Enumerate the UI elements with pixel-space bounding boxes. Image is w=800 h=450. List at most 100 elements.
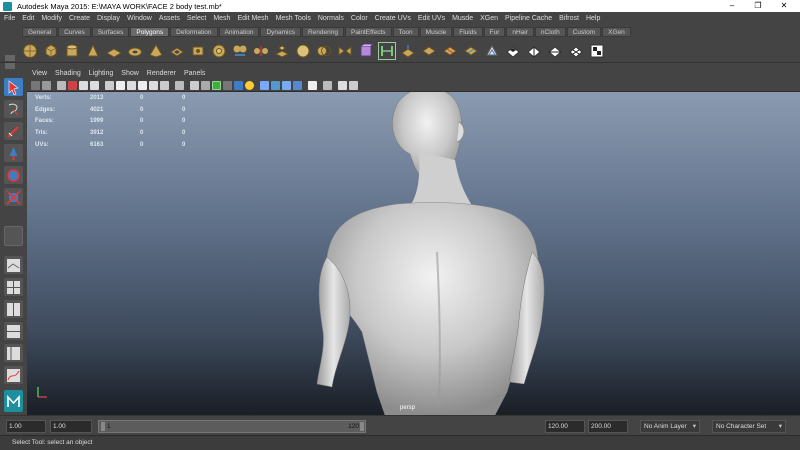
menu-edit[interactable]: Edit	[22, 15, 34, 22]
tab-fluids[interactable]: Fluids	[453, 27, 483, 37]
menu-xgen[interactable]: XGen	[480, 15, 498, 22]
poly-cone-icon[interactable]	[85, 43, 101, 59]
menu-create[interactable]: Create	[69, 15, 90, 22]
xray-icon[interactable]	[323, 81, 332, 90]
poly-plane-icon[interactable]	[106, 43, 122, 59]
tab-curves[interactable]: Curves	[58, 27, 91, 37]
grid-icon[interactable]	[105, 81, 114, 90]
menu-normals[interactable]: Normals	[318, 15, 344, 22]
move-tool-icon[interactable]	[4, 144, 23, 162]
menu-create-uvs[interactable]: Create UVs	[375, 15, 411, 22]
shadows-icon[interactable]	[245, 81, 254, 90]
menu-mesh[interactable]: Mesh	[213, 15, 230, 22]
menu-assets[interactable]: Assets	[159, 15, 180, 22]
menu-muscle[interactable]: Musde	[452, 15, 473, 22]
minimize-button[interactable]: –	[720, 0, 744, 12]
end-time-field[interactable]: 200.00	[588, 420, 628, 433]
textured-icon[interactable]	[223, 81, 232, 90]
boolean-icon[interactable]	[316, 43, 332, 59]
start-time-field[interactable]: 1.00	[6, 420, 46, 433]
menu-window[interactable]: Window	[127, 15, 152, 22]
grease-pencil-icon[interactable]	[90, 81, 99, 90]
menu-edit-mesh[interactable]: Edit Mesh	[237, 15, 268, 22]
tab-rendering[interactable]: Rendering	[301, 27, 344, 37]
append-polygon-icon[interactable]	[400, 43, 416, 59]
menu-help[interactable]: Help	[586, 15, 600, 22]
menu-bifrost[interactable]: Bifrost	[559, 15, 579, 22]
layout-four-icon[interactable]	[4, 278, 23, 296]
select-camera-icon[interactable]	[31, 81, 40, 90]
tab-painteffects[interactable]: PaintEffects	[344, 27, 392, 37]
poly-cylinder-icon[interactable]	[64, 43, 80, 59]
film-gate-icon[interactable]	[116, 81, 125, 90]
layout-single-icon[interactable]	[4, 256, 23, 274]
tab-ncloth[interactable]: nCloth	[534, 27, 566, 37]
isolate-select-icon[interactable]	[308, 81, 317, 90]
layout-two-icon[interactable]	[4, 300, 23, 318]
character-set-dropdown[interactable]: No Character Set ▾	[712, 420, 786, 433]
tab-dynamics[interactable]: Dynamics	[260, 27, 301, 37]
close-button[interactable]: ✕	[772, 0, 796, 12]
tab-nhair[interactable]: nHair	[506, 27, 534, 37]
tab-general[interactable]: General	[22, 27, 58, 37]
paint-select-tool-icon[interactable]	[4, 122, 23, 140]
panel-menu-shading[interactable]: Shading	[55, 70, 81, 77]
panel-menu-lighting[interactable]: Lighting	[89, 70, 114, 77]
layout-outliner-icon[interactable]	[4, 344, 23, 362]
xray-active-components-icon[interactable]	[349, 81, 358, 90]
menu-pipeline-cache[interactable]: Pipeline Cache	[505, 15, 552, 22]
motion-blur-icon[interactable]	[271, 81, 280, 90]
poly-pipe-icon[interactable]	[169, 43, 185, 59]
menu-file[interactable]: File	[4, 15, 15, 22]
split-polygon-icon[interactable]	[442, 43, 458, 59]
bridge-icon[interactable]	[378, 42, 396, 60]
spherical-map-icon[interactable]	[568, 43, 584, 59]
anim-layer-dropdown[interactable]: No Anim Layer ▾	[640, 420, 700, 433]
extract-icon[interactable]	[274, 43, 290, 59]
panel-menu-show[interactable]: Show	[121, 70, 139, 77]
playback-start-field[interactable]: 1.00	[50, 420, 92, 433]
depth-of-field-icon[interactable]	[293, 81, 302, 90]
poly-pyramid-icon[interactable]	[148, 43, 164, 59]
tab-custom[interactable]: Custom	[566, 27, 602, 37]
field-chart-icon[interactable]	[149, 81, 158, 90]
maximize-button[interactable]: ❐	[746, 0, 770, 12]
combine-icon[interactable]	[232, 43, 248, 59]
poly-torus-icon[interactable]	[127, 43, 143, 59]
range-slider-left-handle[interactable]	[101, 422, 105, 431]
tab-toon[interactable]: Toon	[392, 27, 419, 37]
safe-action-icon[interactable]	[160, 81, 169, 90]
panel-menu-renderer[interactable]: Renderer	[147, 70, 176, 77]
auto-map-icon[interactable]	[589, 43, 605, 59]
layout-graph-editor-icon[interactable]	[4, 366, 23, 384]
camera-attributes-icon[interactable]	[42, 81, 51, 90]
offset-edge-loop-icon[interactable]	[484, 43, 500, 59]
poly-soccer-ball-icon[interactable]	[211, 43, 227, 59]
torso-model[interactable]	[27, 92, 800, 415]
uv-checker-icon[interactable]	[505, 43, 521, 59]
lasso-tool-icon[interactable]	[4, 100, 23, 118]
image-plane-icon[interactable]	[68, 81, 77, 90]
xray-joints-icon[interactable]	[338, 81, 347, 90]
fill-hole-icon[interactable]	[421, 43, 437, 59]
layout-persp-graph-icon[interactable]	[4, 322, 23, 340]
tab-polygons[interactable]: Polygons	[130, 27, 170, 37]
select-tool-icon[interactable]	[4, 78, 23, 96]
tab-muscle[interactable]: Muscle	[419, 27, 453, 37]
screen-space-ao-icon[interactable]	[260, 81, 269, 90]
menu-display[interactable]: Display	[97, 15, 120, 22]
playback-end-field[interactable]: 120.00	[545, 420, 585, 433]
wireframe-icon[interactable]	[190, 81, 199, 90]
poly-sphere-icon[interactable]	[22, 43, 38, 59]
menu-mesh-tools[interactable]: Mesh Tools	[276, 15, 311, 22]
rotate-tool-icon[interactable]	[4, 166, 23, 184]
tab-fur[interactable]: Fur	[483, 27, 506, 37]
last-used-tool-icon[interactable]	[4, 226, 23, 246]
range-slider[interactable]: 1 120	[98, 420, 366, 433]
tab-deformation[interactable]: Deformation	[170, 27, 218, 37]
panel-menu-view[interactable]: View	[32, 70, 47, 77]
mirror-icon[interactable]	[337, 43, 353, 59]
panel-menu-panels[interactable]: Panels	[184, 70, 205, 77]
poly-helix-icon[interactable]	[190, 43, 206, 59]
bookmarks-icon[interactable]	[57, 81, 66, 90]
